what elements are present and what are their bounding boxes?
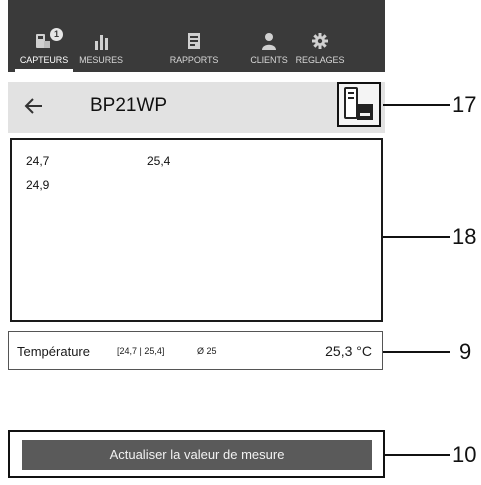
nav-tab-mesures[interactable]: MESURES [74,30,128,72]
probe-device-button[interactable] [337,82,381,127]
reading-value: 25,4 [147,154,171,168]
sensor-count-badge: 1 [50,28,63,41]
callout-line [383,104,450,106]
callout-number: 10 [452,442,477,467]
callout-number: 9 [459,339,472,364]
reading-value: 24,9 [26,178,50,192]
nav-tab-label: RAPPORTS [169,55,219,65]
callout-line [383,236,450,238]
device-header: BP21WP [8,82,385,133]
nav-tab-clients[interactable]: CLIENTS [244,30,294,72]
top-nav-bar: 1 CAPTEURS MESURES RAPPORTS CLIENTS REGL… [8,0,385,72]
nav-tab-label: CLIENTS [250,55,288,65]
measurement-values-panel: 24,7 25,4 24,9 [10,138,383,322]
bar-chart-icon [92,30,110,50]
nav-tab-reglages[interactable]: REGLAGES [292,30,348,72]
report-icon [186,30,202,50]
nav-tab-label: MESURES [79,55,123,65]
min-max-range: [24,7 | 25,4] [117,346,165,356]
callout-number: 17 [452,92,477,117]
update-measurement-button[interactable]: Actualiser la valeur de mesure [22,440,372,470]
nav-tab-capteurs[interactable]: 1 CAPTEURS [15,28,73,72]
measurement-label: Température [17,344,90,359]
temperature-value: 25,3 °C [325,343,372,359]
callout-number: 18 [452,224,477,249]
reading-value: 24,7 [26,154,50,168]
average-value: Ø 25 [197,346,217,356]
nav-tab-label: REGLAGES [295,55,345,65]
probe-device-icon [339,87,379,129]
person-icon [261,30,277,50]
nav-tab-rapports[interactable]: RAPPORTS [166,30,222,72]
update-button-frame: Actualiser la valeur de mesure [8,430,385,478]
callout-line [383,351,450,353]
temperature-row[interactable]: Température [24,7 | 25,4] Ø 25 25,3 °C [8,331,383,370]
back-arrow-icon[interactable] [24,96,44,121]
gear-icon [311,30,329,50]
callout-line [385,454,450,456]
nav-tab-label: CAPTEURS [19,55,69,65]
device-name: BP21WP [90,95,168,116]
